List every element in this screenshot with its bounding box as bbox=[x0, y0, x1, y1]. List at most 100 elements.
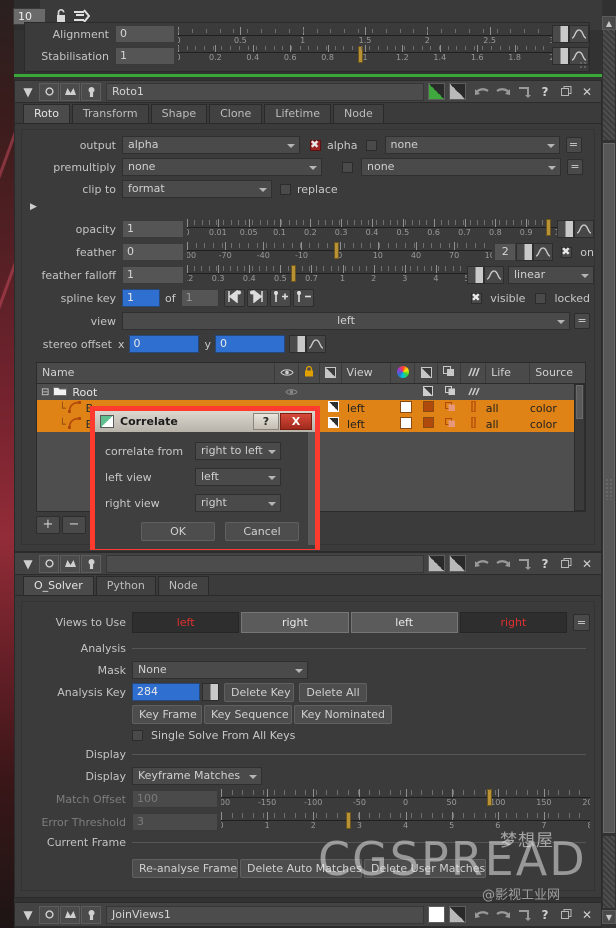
reanalyse-frame-button[interactable]: Re-analyse Frame bbox=[132, 858, 238, 878]
alignment-input[interactable]: 0 bbox=[115, 25, 175, 43]
wrench-icon[interactable] bbox=[81, 905, 101, 924]
float-icon[interactable] bbox=[556, 555, 576, 573]
output-alpha-checkbox[interactable] bbox=[310, 138, 321, 151]
row-blend-icon[interactable] bbox=[418, 401, 440, 415]
premultiply-expression-button[interactable]: = bbox=[567, 159, 583, 175]
add-layer-button[interactable]: + bbox=[36, 516, 60, 534]
feather-on-checkbox[interactable] bbox=[561, 245, 573, 258]
scroll-up-button[interactable]: ▲ bbox=[602, 16, 616, 30]
view-select[interactable]: left bbox=[122, 312, 570, 330]
redo-icon[interactable] bbox=[493, 906, 513, 924]
white-swatch-icon[interactable] bbox=[428, 906, 445, 923]
stereo-curve-icon[interactable] bbox=[306, 335, 327, 353]
analysis-key-anim-box[interactable] bbox=[202, 683, 219, 701]
premultiply-checkbox[interactable] bbox=[342, 161, 353, 173]
view-button-left-on[interactable]: left bbox=[350, 611, 458, 633]
wrench-icon[interactable] bbox=[81, 554, 101, 573]
view-button-right-off[interactable]: right bbox=[459, 611, 567, 633]
analysis-key-input[interactable]: 284 bbox=[132, 683, 200, 701]
falloff-curve-icon[interactable] bbox=[484, 266, 504, 284]
view-button-right-on[interactable]: right bbox=[241, 611, 349, 633]
left-view-select[interactable]: left bbox=[195, 468, 281, 486]
row-eye-icon[interactable] bbox=[281, 386, 303, 399]
scroll-down-button[interactable]: ▼ bbox=[602, 910, 616, 924]
opacity-input[interactable]: 1 bbox=[122, 220, 184, 238]
alignment-slider[interactable]: 00.511.522.53 bbox=[178, 23, 552, 45]
page-scroll-thumb[interactable] bbox=[603, 143, 615, 833]
output-second-checkbox[interactable] bbox=[365, 139, 377, 151]
row-mask-icon[interactable] bbox=[324, 417, 344, 431]
close-icon[interactable]: ✕ bbox=[577, 83, 597, 101]
section-disclosure-icon[interactable]: ▶ bbox=[30, 202, 37, 212]
row-clone-icon[interactable] bbox=[440, 417, 462, 431]
falloff-mode-select[interactable]: linear bbox=[508, 266, 594, 284]
premultiply-second-select[interactable]: none bbox=[361, 158, 561, 176]
tab-shape[interactable]: Shape bbox=[150, 104, 208, 123]
tab-roto[interactable]: Roto bbox=[23, 104, 70, 123]
stabilisation-anim-box[interactable] bbox=[552, 47, 569, 65]
col-color-wheel-icon[interactable] bbox=[391, 363, 416, 383]
grey-swatch-icon[interactable] bbox=[449, 906, 466, 923]
stabilisation-input[interactable]: 1 bbox=[115, 47, 175, 65]
row-motionblur-icon[interactable] bbox=[461, 386, 485, 399]
output-expression-button[interactable]: = bbox=[565, 137, 582, 153]
table-row[interactable]: ⊟ Root bbox=[37, 384, 585, 400]
stabilisation-slider[interactable]: 00.20.40.60.811.21.41.61.82 bbox=[178, 45, 552, 67]
green-swatch-icon[interactable] bbox=[428, 83, 445, 100]
grey-swatch-icon[interactable] bbox=[428, 555, 445, 572]
mask-icon[interactable] bbox=[60, 554, 80, 573]
visible-checkbox[interactable] bbox=[471, 291, 483, 304]
add-key-icon[interactable] bbox=[269, 289, 291, 307]
collapse-arrow-icon[interactable]: ▼ bbox=[18, 83, 38, 101]
feather-falloff-input[interactable]: 1 bbox=[122, 266, 184, 284]
right-view-select[interactable]: right bbox=[195, 494, 281, 512]
scroll-track-hatch-top[interactable] bbox=[603, 30, 615, 140]
feather-curve-icon[interactable] bbox=[533, 243, 554, 261]
resize-grip[interactable] bbox=[579, 61, 588, 70]
row-view[interactable]: left bbox=[344, 402, 394, 415]
delete-auto-matches-button[interactable]: Delete Auto Matches bbox=[240, 858, 362, 878]
row-clone-icon[interactable] bbox=[440, 401, 462, 415]
stereo-x-input[interactable]: 0 bbox=[128, 335, 199, 353]
col-mask-icon[interactable] bbox=[320, 363, 342, 383]
col-name[interactable]: Name bbox=[37, 363, 275, 383]
col-life[interactable]: Life bbox=[486, 363, 531, 383]
col-source[interactable]: Source bbox=[530, 363, 585, 383]
row-blend-icon[interactable] bbox=[417, 385, 439, 399]
collapse-arrow-icon[interactable]: ▼ bbox=[18, 906, 38, 924]
row-color-swatch[interactable] bbox=[394, 400, 418, 416]
row-color-swatch[interactable] bbox=[394, 416, 418, 432]
feather-slider[interactable]: -100-70-40-100104070100 bbox=[187, 241, 493, 263]
col-motionblur-icon[interactable] bbox=[461, 363, 487, 383]
alignment-curve-icon[interactable] bbox=[569, 25, 589, 43]
alignment-anim-box[interactable] bbox=[552, 25, 569, 43]
help-icon[interactable]: ? bbox=[535, 906, 555, 924]
row-life[interactable]: all bbox=[486, 402, 530, 415]
correlate-help-button[interactable]: ? bbox=[253, 413, 279, 430]
revert-icon[interactable] bbox=[514, 906, 534, 924]
key-nominated-button[interactable]: Key Nominated bbox=[294, 704, 392, 724]
tab-lifetime[interactable]: Lifetime bbox=[264, 104, 331, 123]
close-icon[interactable]: ✕ bbox=[577, 906, 597, 924]
wrench-icon[interactable] bbox=[81, 82, 101, 101]
spline-key-input[interactable]: 1 bbox=[122, 289, 160, 307]
feather-falloff-slider[interactable]: 0.20.30.40.50.712345 bbox=[187, 264, 467, 286]
expand-toggle-icon[interactable]: ⊟ bbox=[41, 387, 49, 398]
undo-icon[interactable] bbox=[472, 906, 492, 924]
locked-checkbox[interactable] bbox=[535, 292, 547, 304]
opacity-slider[interactable]: 00.010.050.10.20.30.40.50.60.70.80.91 bbox=[187, 218, 557, 240]
row-blend-icon[interactable] bbox=[418, 417, 440, 431]
cancel-button[interactable]: Cancel bbox=[225, 522, 299, 541]
delete-key-button[interactable]: Delete Key bbox=[224, 682, 294, 702]
correlate-titlebar[interactable]: Correlate ? X bbox=[95, 411, 315, 432]
row-life[interactable]: all bbox=[486, 418, 530, 431]
circle-icon[interactable] bbox=[39, 554, 59, 573]
premultiply-select[interactable]: none bbox=[122, 158, 322, 176]
mask-icon[interactable] bbox=[60, 82, 80, 101]
key-sequence-button[interactable]: Key Sequence bbox=[204, 704, 292, 724]
grey-swatch-icon-2[interactable] bbox=[449, 555, 466, 572]
row-view[interactable]: left bbox=[344, 418, 394, 431]
redo-icon[interactable] bbox=[493, 83, 513, 101]
view-expression-button[interactable]: = bbox=[574, 313, 590, 329]
tab-node[interactable]: Node bbox=[333, 104, 384, 123]
